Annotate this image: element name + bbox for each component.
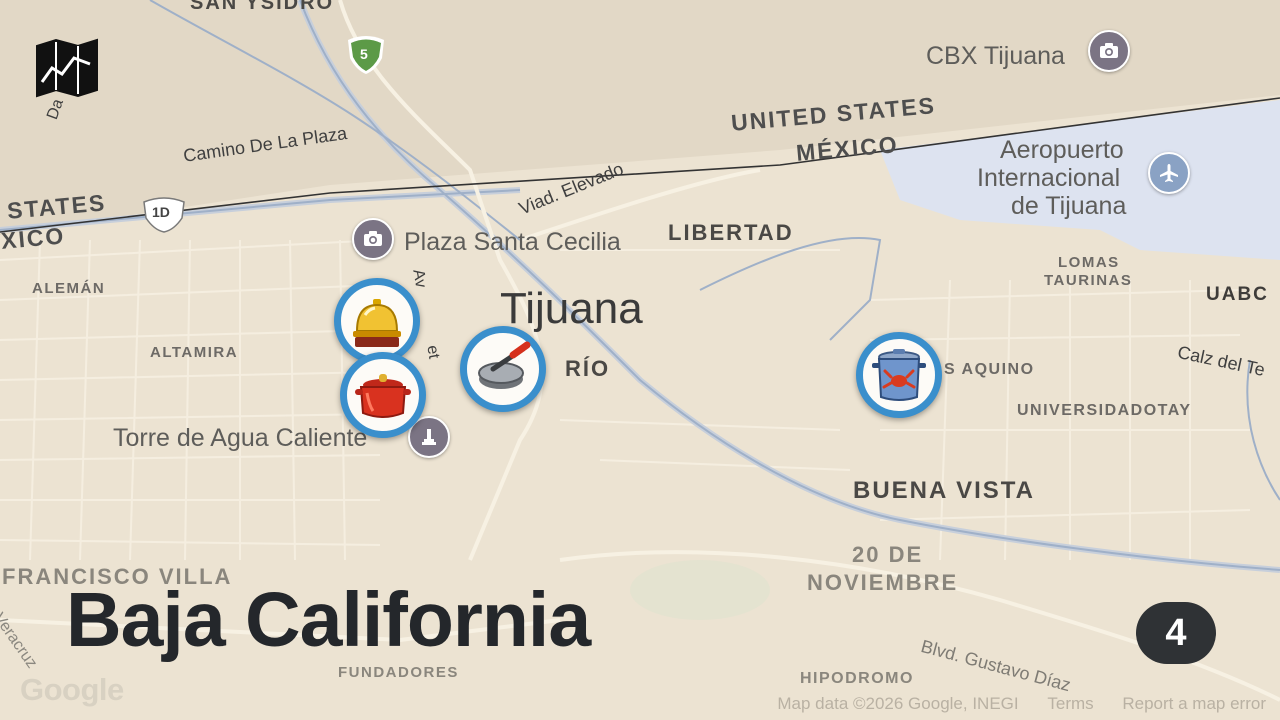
hood-fundadores: FUNDADORES — [338, 664, 459, 681]
monument-icon — [422, 429, 436, 445]
highway-shield-label: 1D — [152, 204, 170, 220]
google-logo: Google — [20, 672, 124, 707]
city-label: Tijuana — [500, 284, 643, 333]
poi-pin-airport[interactable] — [1148, 152, 1190, 194]
poi-pin-plaza-santa-cecilia[interactable] — [352, 218, 394, 260]
camera-icon — [364, 231, 382, 246]
marker-count-badge[interactable]: 4 — [1136, 602, 1216, 664]
cooking-pot-icon — [355, 374, 411, 418]
hood-rio: RÍO — [565, 356, 611, 381]
attribution-bar: Map data ©2026 Google, INEGI Terms Repor… — [753, 694, 1266, 714]
hood-buena-vista: BUENA VISTA — [853, 477, 1036, 504]
hood-aquino: S AQUINO — [944, 361, 1035, 378]
hood-20-de: 20 DE — [852, 542, 924, 567]
camera-icon — [1100, 43, 1118, 58]
poi-label-airport-1[interactable]: Aeropuerto — [1000, 136, 1124, 165]
crab-stockpot-icon — [872, 349, 926, 401]
road-label-av: Av — [409, 268, 430, 290]
hood-altamira: ALTAMIRA — [150, 344, 239, 361]
marker-tortilla-press[interactable] — [460, 326, 546, 412]
hood-universidad: UNIVERSIDADOTAY — [1017, 402, 1192, 419]
airplane-icon — [1160, 164, 1178, 182]
region-title: Baja California — [66, 577, 591, 663]
poi-label-torre-agua-caliente[interactable]: Torre de Agua Caliente — [113, 424, 367, 453]
hood-san-ysidro: SAN YSIDRO — [190, 0, 335, 14]
hood-taurinas: TAURINAS — [1044, 272, 1133, 289]
hood-libertad: LIBERTAD — [668, 220, 794, 245]
report-error-link[interactable]: Report a map error — [1122, 694, 1266, 713]
poi-label-plaza-santa-cecilia[interactable]: Plaza Santa Cecilia — [404, 228, 621, 257]
service-bell-icon — [353, 299, 401, 347]
tortilla-press-icon — [478, 341, 531, 389]
hood-hipodromo: HIPODROMO — [800, 670, 914, 687]
marker-crab-stockpot[interactable] — [856, 332, 942, 418]
poi-label-airport-2[interactable]: Internacional — [977, 164, 1120, 193]
hood-aleman: ALEMÁN — [32, 280, 106, 297]
map-canvas[interactable]: 5 1D UNITED STATES MÉXICO STATES XICO Ca… — [0, 0, 1280, 720]
marker-service-bell[interactable] — [334, 278, 420, 364]
map-logo-icon[interactable] — [34, 38, 100, 98]
marker-cooking-pot[interactable] — [340, 352, 426, 438]
country-label-mx-left: XICO — [0, 222, 67, 254]
poi-label-airport-3[interactable]: de Tijuana — [1011, 192, 1126, 221]
terms-link[interactable]: Terms — [1047, 694, 1093, 713]
interstate-shield-label: 5 — [360, 46, 368, 62]
poi-label-cbx[interactable]: CBX Tijuana — [926, 42, 1065, 71]
hood-lomas: LOMAS — [1058, 254, 1120, 271]
map-data-text: Map data ©2026 Google, INEGI — [777, 694, 1019, 713]
poi-pin-cbx[interactable] — [1088, 30, 1130, 72]
hood-noviembre: NOVIEMBRE — [807, 570, 959, 595]
hood-uabc: UABC — [1206, 284, 1269, 305]
